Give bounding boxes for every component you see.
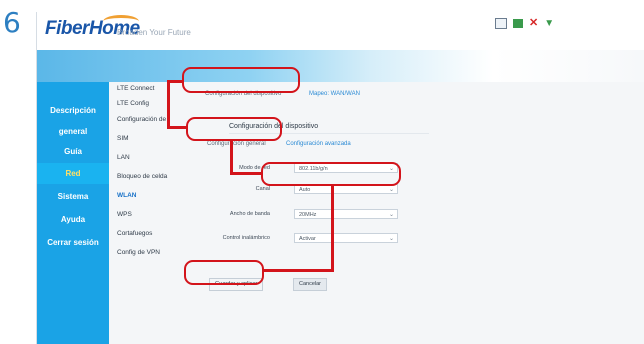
close-icon[interactable]: ✕: [529, 18, 538, 29]
callout-general-config: [186, 117, 282, 141]
brand-tagline: Broaden Your Future: [117, 28, 191, 37]
field-label-control-inalambrico: Control inalámbrico: [222, 235, 270, 241]
screen-icon[interactable]: [513, 19, 523, 28]
subnav-item-sim[interactable]: SIM: [117, 135, 129, 142]
chevron-down-icon: ⌄: [388, 236, 394, 242]
chevron-down-icon: ⌄: [388, 212, 394, 218]
callout-device-config: [182, 67, 300, 93]
control-inalambrico-select[interactable]: Activar ⌄: [294, 233, 398, 243]
control-inalambrico-value: Activar: [299, 236, 316, 242]
connector-line: [230, 140, 233, 175]
subnav-item-cortafuegos[interactable]: Cortafuegos: [117, 230, 152, 237]
tab-configuracion-general[interactable]: Configuración general: [207, 141, 266, 147]
subnav-item-configuracion[interactable]: Configuración de: [117, 116, 166, 123]
subnav-item-lan[interactable]: LAN: [117, 154, 130, 161]
subnav-item-config-de-vpn[interactable]: Config de VPN: [117, 249, 160, 256]
sidebar-item-sistema[interactable]: Sistema: [37, 186, 109, 207]
signal-icon[interactable]: ▼: [544, 19, 554, 29]
sidebar-item-guia[interactable]: Guía: [37, 141, 109, 162]
logo-swoosh-icon: [103, 15, 139, 28]
canal-value: Auto: [299, 187, 311, 193]
step-number: 6: [3, 6, 21, 39]
connector-line: [167, 80, 170, 129]
header-banner: [37, 50, 644, 82]
chevron-down-icon: ⌄: [388, 187, 394, 193]
connector-line: [167, 126, 187, 129]
subnav-item-lte-config[interactable]: LTE Config: [117, 100, 149, 107]
header: FiberHome Broaden Your Future ✕ ▼: [37, 12, 644, 50]
sidebar: Descripción general Guía Red Sistema Ayu…: [37, 82, 109, 344]
subnav-item-wps[interactable]: WPS: [117, 211, 132, 218]
ancho-de-banda-select[interactable]: 20MHz ⌄: [294, 209, 398, 219]
sidebar-item-ayuda[interactable]: Ayuda: [37, 209, 109, 230]
mail-icon[interactable]: [495, 18, 507, 29]
ancho-de-banda-value: 20MHz: [299, 212, 317, 218]
connector-line: [263, 269, 334, 272]
subnav-item-lte-connect[interactable]: LTE Connect: [117, 85, 154, 92]
sidebar-item-cerrar-sesion[interactable]: Cerrar sesión: [37, 232, 109, 253]
connector-line: [331, 185, 334, 272]
connector-line: [230, 172, 262, 175]
sidebar-item-red[interactable]: Red: [37, 163, 109, 184]
subnav-item-wlan[interactable]: WLAN: [117, 192, 137, 199]
callout-save-apply: [184, 260, 264, 285]
sidebar-item-descripcion[interactable]: Descripción: [37, 100, 109, 121]
cancel-button[interactable]: Cancelar: [293, 278, 328, 291]
field-label-canal: Canal: [255, 186, 270, 192]
tab-mapeo-wan[interactable]: Mapeo: WAN/WAN: [309, 91, 360, 97]
header-icons: ✕ ▼: [495, 18, 554, 29]
subnav-item-bloqueo-de-celda[interactable]: Bloqueo de celda: [117, 173, 167, 180]
sidebar-item-general[interactable]: general: [37, 121, 109, 142]
tab-configuracion-avanzada[interactable]: Configuración avanzada: [286, 141, 351, 147]
field-label-ancho-de-banda: Ancho de banda: [229, 211, 270, 217]
callout-canal: [261, 162, 401, 186]
